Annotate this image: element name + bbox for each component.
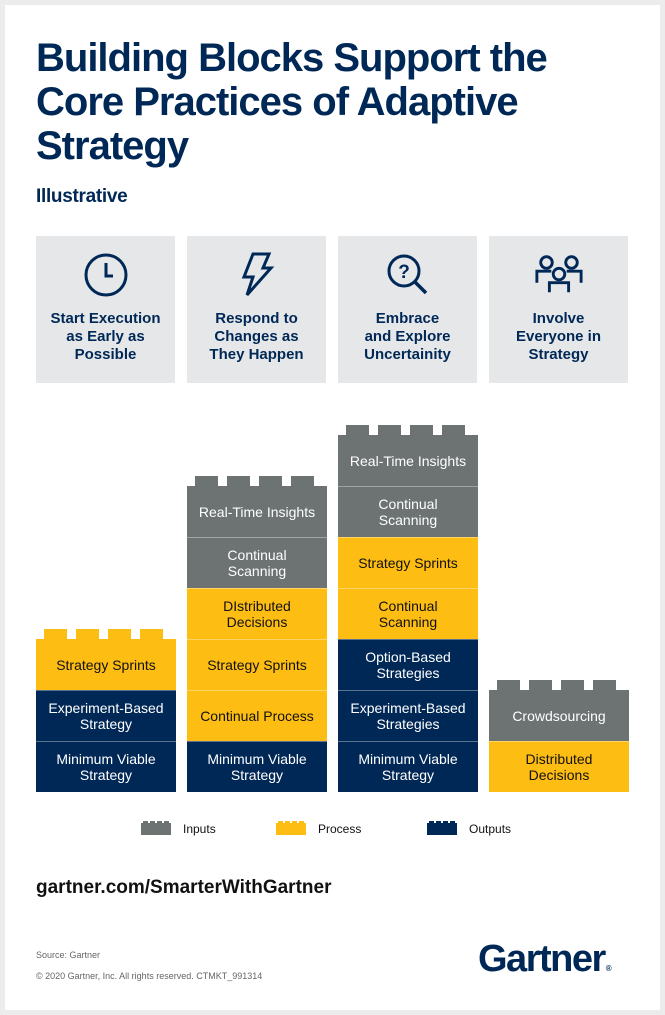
legend-swatch-process [276,821,306,835]
building-block-inputs: Continual Scanning [187,537,327,588]
building-block-outputs: Minimum Viable Strategy [187,741,327,792]
building-block-process: Strategy Sprints [36,639,176,690]
practice-label: Involve Everyone in Strategy [515,310,602,363]
block-stud [378,425,401,435]
building-block-inputs: Real-Time Insights [187,486,327,537]
building-block-inputs: Continual Scanning [338,486,478,537]
legend-swatch-inputs [141,821,171,835]
legend-label: Process [318,822,362,836]
clock-icon [81,252,131,298]
copyright-note: © 2020 Gartner, Inc. All rights reserved… [36,971,263,981]
practice-label: Start Execution as Early as Possible [50,310,161,363]
lightning-icon [232,252,282,298]
block-stack: Real-Time Insights Continual Scanning Stra… [338,425,478,792]
block-stud [195,476,218,486]
block-stack: Real-Time Insights Continual Scanning DIst… [187,476,327,792]
building-block-process: Strategy Sprints [187,639,327,690]
block-stud [259,476,282,486]
search-question-icon: ? [383,252,433,298]
people-group-icon [534,252,584,298]
legend-swatch-outputs [427,821,457,835]
block-studs [489,680,629,690]
block-stud [227,476,250,486]
source-note: Source: Gartner [36,950,101,960]
block-stud [346,425,369,435]
block-stud [442,425,465,435]
building-block-process: Distributed Decisions [489,741,629,792]
legend-item-process: Process [276,821,362,836]
svg-text:?: ? [398,262,410,283]
block-stack: Crowdsourcing Distributed Decisions [489,680,629,792]
footer-url-link[interactable]: gartner.com/SmarterWithGartner [36,877,331,899]
building-block-process: Continual Scanning [338,588,478,639]
gartner-logo: Gartner® [478,938,612,981]
page-title: Building Blocks Support the Core Practic… [36,36,548,168]
building-block-process: Strategy Sprints [338,537,478,588]
legend-label: Outputs [469,822,512,836]
block-stud [108,629,131,639]
block-studs [36,629,176,639]
block-stud [529,680,552,690]
practice-label: Respond to Changes as They Happen [209,310,304,363]
block-studs [187,476,327,486]
block-stud [44,629,67,639]
practice-card-respond-to-changes: Respond to Changes as They Happen [187,236,326,383]
legend-item-outputs: Outputs [427,821,512,836]
block-stack: Strategy Sprints Experiment-Based Strateg… [36,629,176,792]
building-block-outputs: Minimum Viable Strategy [338,741,478,792]
building-block-outputs: Minimum Viable Strategy [36,741,176,792]
block-stud [410,425,433,435]
legend-item-inputs: Inputs [141,821,216,836]
building-block-outputs: Experiment-Based Strategy [36,690,176,741]
block-stud [291,476,314,486]
block-stud [76,629,99,639]
building-block-outputs: Experiment-Based Strategies [338,690,478,741]
practice-card-embrace-uncertainty: ? Embrace and Explore Uncertainity [338,236,477,383]
building-block-inputs: Crowdsourcing [489,690,629,741]
practice-label: Embrace and Explore Uncertainity [364,310,451,363]
building-block-outputs: Option-Based Strategies [338,639,478,690]
block-stud [497,680,520,690]
block-stud [140,629,163,639]
practice-card-involve-everyone: Involve Everyone in Strategy [489,236,628,383]
building-block-process: DIstributed Decisions [187,588,327,639]
block-stud [593,680,616,690]
block-stud [561,680,584,690]
legend-label: Inputs [183,822,216,836]
registered-mark: ® [605,964,612,973]
building-block-inputs: Real-Time Insights [338,435,478,486]
block-studs [338,425,478,435]
practice-card-start-execution: Start Execution as Early as Possible [36,236,175,383]
subtitle: Illustrative [36,186,128,207]
building-block-process: Continual Process [187,690,327,741]
logo-text: Gartner [478,938,606,980]
